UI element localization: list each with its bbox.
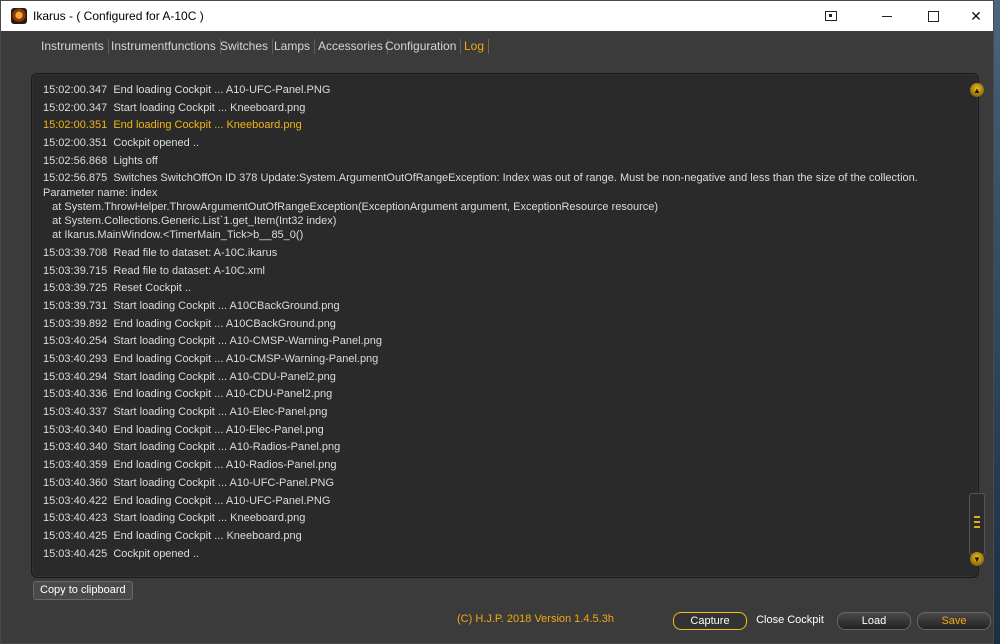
tab-switches[interactable]: Switches [220,39,274,54]
log-entry: 15:03:40.359 End loading Cockpit ... A10… [43,459,337,472]
log-entry: 15:03:39.708 Read file to dataset: A-10C… [43,246,278,259]
log-entry: 15:03:40.294 Start loading Cockpit ... A… [43,370,336,383]
log-panel[interactable]: 15:02:00.347 End loading Cockpit ... A10… [31,73,985,578]
log-entry: 15:02:56.875 Switches SwitchOffOn ID 378… [43,172,918,185]
close-cockpit-button[interactable]: Close Cockpit [753,612,827,628]
pin-window-button[interactable] [808,1,854,31]
log-entry: 15:02:00.351 End loading Cockpit ... Kne… [43,119,302,132]
pin-icon [825,11,837,21]
chevron-down-icon: ▼ [973,554,981,564]
log-entry: 15:02:56.868 Lights off [43,154,158,167]
load-button[interactable]: Load [837,612,911,630]
save-button[interactable]: Save [917,612,991,630]
log-entry: 15:03:40.340 Start loading Cockpit ... A… [43,441,341,454]
grip-icon [974,521,980,523]
scroll-up-button[interactable]: ▲ [970,83,984,97]
log-entry: 15:03:39.731 Start loading Cockpit ... A… [43,299,340,312]
close-button[interactable]: ✕ [953,1,999,31]
log-entry: 15:03:40.422 End loading Cockpit ... A10… [43,494,331,507]
tab-accessories[interactable]: Accessories [318,39,388,54]
minimize-button[interactable] [864,1,910,31]
log-entry: at System.Collections.Generic.List`1.get… [43,215,337,227]
version-text: (C) H.J.P. 2018 Version 1.4.5.3h [457,613,614,625]
chevron-up-icon: ▲ [973,85,981,95]
capture-button[interactable]: Capture [673,612,747,630]
log-entry: 15:03:40.254 Start loading Cockpit ... A… [43,335,382,348]
tab-bar: Instruments Instrumentfunctions Switches… [1,31,993,57]
log-entry: 15:03:40.425 Cockpit opened .. [43,547,199,560]
app-window: Ikarus - ( Configured for A-10C ) ✕ Inst… [0,0,994,644]
log-entry: 15:03:40.336 End loading Cockpit ... A10… [43,388,333,401]
tab-configuration[interactable]: Configuration [385,39,462,54]
grip-icon [974,526,980,528]
scrollbar-thumb[interactable] [969,493,985,555]
log-list: 15:02:00.347 End loading Cockpit ... A10… [43,84,943,565]
log-entry: 15:03:40.360 Start loading Cockpit ... A… [43,476,335,489]
close-icon: ✕ [970,7,982,24]
log-entry: 15:03:40.293 End loading Cockpit ... A10… [43,353,379,365]
log-entry: 15:03:39.725 Reset Cockpit .. [43,282,191,295]
log-entry: 15:03:40.423 Start loading Cockpit ... K… [43,512,306,525]
scroll-down-button[interactable]: ▼ [970,552,984,566]
tab-instruments[interactable]: Instruments [41,39,109,54]
log-entry: 15:02:00.347 End loading Cockpit ... A10… [43,84,331,96]
window-title: Ikarus - ( Configured for A-10C ) [33,9,204,23]
log-entry: 15:03:39.715 Read file to dataset: A-10C… [43,264,265,277]
grip-icon [974,516,980,518]
log-entry: Parameter name: index [43,186,158,199]
tab-lamps[interactable]: Lamps [274,39,316,54]
log-entry: at Ikarus.MainWindow.<TimerMain_Tick>b__… [43,229,304,242]
app-logo-icon [11,8,27,24]
log-entry: 15:02:00.351 Cockpit opened .. [43,137,199,150]
log-entry: 15:02:00.347 Start loading Cockpit ... K… [43,101,306,114]
tab-instrumentfunctions[interactable]: Instrumentfunctions [111,39,221,54]
copy-to-clipboard-button[interactable]: Copy to clipboard [33,581,133,600]
log-entry: 15:03:40.337 Start loading Cockpit ... A… [43,406,328,419]
log-entry: 15:03:40.425 End loading Cockpit ... Kne… [43,529,302,542]
log-entry: 15:03:40.340 End loading Cockpit ... A10… [43,423,324,436]
log-entry: 15:03:39.892 End loading Cockpit ... A10… [43,317,336,330]
title-bar[interactable]: Ikarus - ( Configured for A-10C ) ✕ [1,1,993,31]
maximize-icon [927,10,939,22]
minimize-icon [882,15,892,17]
maximize-button[interactable] [910,1,956,31]
log-entry: at System.ThrowHelper.ThrowArgumentOutOf… [43,200,659,213]
tab-log[interactable]: Log [464,39,490,54]
